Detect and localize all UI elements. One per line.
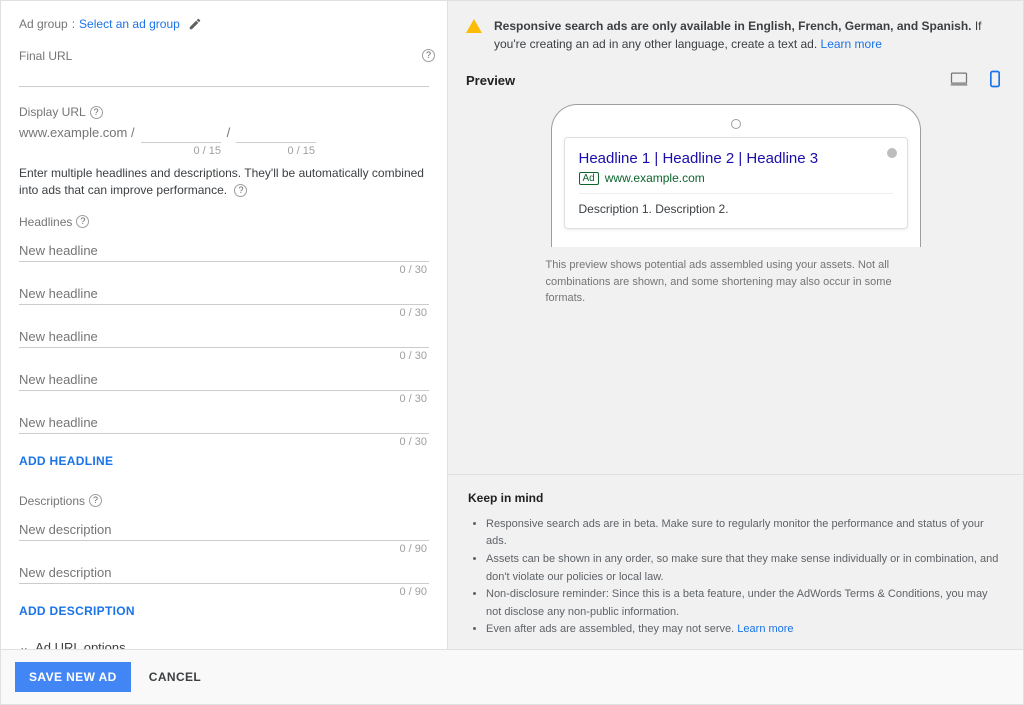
keep-item: Non-disclosure reminder: Since this is a…	[486, 586, 1003, 621]
display-path2-input[interactable]	[236, 123, 316, 143]
display-path1-input[interactable]	[141, 123, 221, 143]
preview-url: www.example.com	[605, 171, 705, 185]
display-url-label: Display URL	[19, 105, 86, 119]
cancel-button[interactable]: CANCEL	[149, 670, 201, 684]
help-icon[interactable]: ?	[90, 106, 103, 119]
preview-title: Preview	[466, 73, 515, 88]
description-input-2[interactable]	[19, 561, 429, 584]
headline-counter: 0 / 30	[19, 264, 429, 276]
add-description-button[interactable]: ADD DESCRIPTION	[19, 604, 429, 618]
ad-group-row: Ad group: Select an ad group	[19, 17, 429, 31]
description-input-1[interactable]	[19, 518, 429, 541]
preview-headline: Headline 1 | Headline 2 | Headline 3	[579, 150, 893, 167]
description-counter: 0 / 90	[19, 543, 429, 555]
keep-item: Even after ads are assembled, they may n…	[486, 621, 1003, 639]
help-icon[interactable]: ?	[76, 215, 89, 228]
desktop-preview-icon[interactable]	[949, 69, 969, 92]
headline-counter: 0 / 30	[19, 350, 429, 362]
headline-counter: 0 / 30	[19, 436, 429, 448]
display-url-prefix: www.example.com /	[19, 125, 135, 140]
select-ad-group-link[interactable]: Select an ad group	[79, 17, 180, 31]
headline-input-3[interactable]	[19, 325, 429, 348]
headline-input-5[interactable]	[19, 411, 429, 434]
warning-icon	[466, 19, 482, 33]
help-icon[interactable]: ?	[422, 49, 435, 62]
display-path1-counter: 0 / 15	[131, 145, 221, 157]
phone-frame: Headline 1 | Headline 2 | Headline 3 Ad …	[551, 104, 921, 247]
ad-preview-card: Headline 1 | Headline 2 | Headline 3 Ad …	[564, 137, 908, 229]
keep-title: Keep in mind	[468, 489, 1003, 508]
final-url-label: Final URL	[19, 49, 72, 63]
footer-bar: SAVE NEW AD CANCEL	[1, 649, 1023, 704]
description-counter: 0 / 90	[19, 586, 429, 598]
ad-group-label: Ad group	[19, 17, 68, 31]
editor-pane: Ad group: Select an ad group Final URL ?…	[1, 1, 448, 649]
mobile-preview-icon[interactable]	[985, 69, 1005, 92]
phone-speaker-icon	[731, 119, 741, 129]
learn-more-link[interactable]: Learn more	[737, 623, 793, 635]
preview-description: Description 1. Description 2.	[579, 193, 893, 216]
keep-item: Assets can be shown in any order, so mak…	[486, 551, 1003, 586]
info-icon[interactable]	[887, 148, 897, 158]
headline-counter: 0 / 30	[19, 307, 429, 319]
preview-note: This preview shows potential ads assembl…	[506, 257, 966, 307]
language-warning-banner: Responsive search ads are only available…	[448, 1, 1023, 69]
intro-text: Enter multiple headlines and description…	[19, 165, 429, 199]
headline-counter: 0 / 30	[19, 393, 429, 405]
pencil-icon[interactable]	[188, 17, 202, 31]
descriptions-title: Descriptions ?	[19, 494, 429, 508]
display-url-field: Display URL ? www.example.com / / 0 / 15…	[19, 105, 429, 157]
chevron-down-icon: ⌄	[19, 640, 29, 649]
help-icon[interactable]: ?	[89, 494, 102, 507]
final-url-field: Final URL ?	[19, 49, 429, 87]
learn-more-link[interactable]: Learn more	[821, 37, 882, 51]
preview-pane: Responsive search ads are only available…	[448, 1, 1023, 649]
headline-input-1[interactable]	[19, 239, 429, 262]
keep-item: Responsive search ads are in beta. Make …	[486, 516, 1003, 551]
headline-input-4[interactable]	[19, 368, 429, 391]
ad-url-options-expander[interactable]: ⌄ Ad URL options	[19, 640, 429, 649]
final-url-input[interactable]	[19, 63, 429, 87]
ad-badge: Ad	[579, 172, 599, 185]
add-headline-button[interactable]: ADD HEADLINE	[19, 454, 429, 468]
keep-in-mind-panel: Keep in mind Responsive search ads are i…	[448, 474, 1023, 649]
headlines-title: Headlines ?	[19, 215, 429, 229]
save-button[interactable]: SAVE NEW AD	[15, 662, 131, 692]
headline-input-2[interactable]	[19, 282, 429, 305]
help-icon[interactable]: ?	[234, 184, 247, 197]
display-path2-counter: 0 / 15	[225, 145, 315, 157]
